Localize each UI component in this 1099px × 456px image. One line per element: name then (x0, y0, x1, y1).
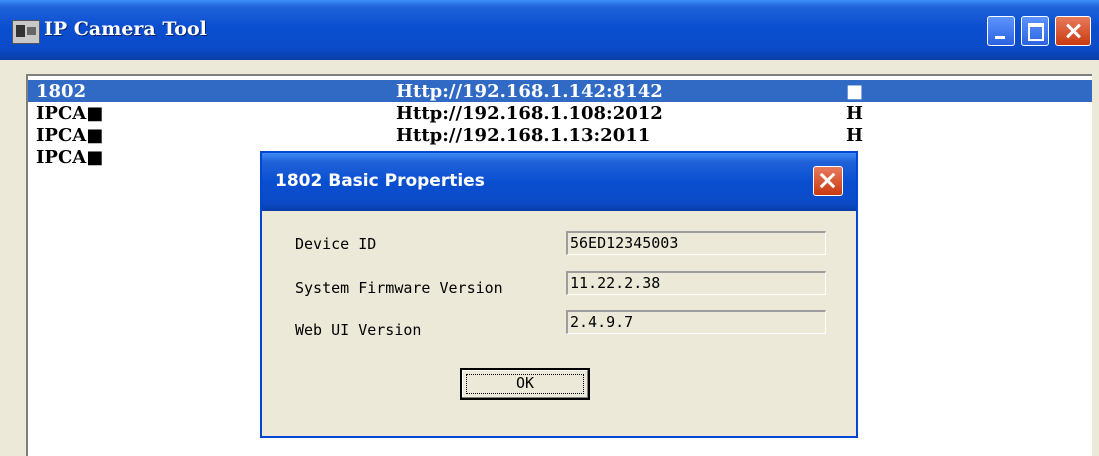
device-name: IPCA■ (36, 147, 104, 168)
ok-button[interactable]: OK (460, 368, 590, 400)
device-flag: H (846, 103, 864, 124)
minimize-button[interactable] (987, 16, 1015, 46)
web-ui-version-field[interactable]: 2.4.9.7 (566, 310, 826, 334)
web-ui-version-label: Web UI Version (295, 321, 422, 339)
device-row[interactable]: IPCA■ Http://192.168.1.13:2011 H (28, 124, 1092, 146)
dialog-close-button[interactable] (813, 166, 843, 196)
close-button[interactable] (1055, 16, 1091, 46)
device-flag: H (846, 125, 864, 146)
camera-app-icon (12, 20, 40, 44)
device-id-field[interactable]: 56ED12345003 (566, 231, 826, 255)
device-url: Http://192.168.1.13:2011 (396, 125, 651, 146)
device-url: Http://192.168.1.108:2012 (396, 103, 663, 124)
window-title: IP Camera Tool (44, 18, 207, 40)
device-url: Http://192.168.1.142:8142 (396, 81, 663, 102)
device-flag: ■ (846, 81, 864, 102)
device-name: IPCA■ (36, 125, 104, 146)
device-name: 1802 (36, 81, 87, 102)
dialog-title: 1802 Basic Properties (275, 171, 485, 191)
device-name: IPCA■ (36, 103, 104, 124)
maximize-button[interactable] (1021, 16, 1049, 46)
device-row[interactable]: IPCA■ Http://192.168.1.108:2012 H (28, 102, 1092, 124)
device-id-label: Device ID (295, 235, 377, 253)
main-title-bar[interactable]: IP Camera Tool (0, 0, 1099, 60)
firmware-version-field[interactable]: 11.22.2.38 (566, 271, 826, 295)
firmware-version-label: System Firmware Version (295, 279, 503, 297)
dialog-title-bar[interactable]: 1802 Basic Properties (262, 153, 856, 211)
device-row[interactable]: 1802 Http://192.168.1.142:8142 ■ (28, 80, 1092, 102)
basic-properties-dialog: 1802 Basic Properties Device ID 56ED1234… (260, 151, 858, 438)
